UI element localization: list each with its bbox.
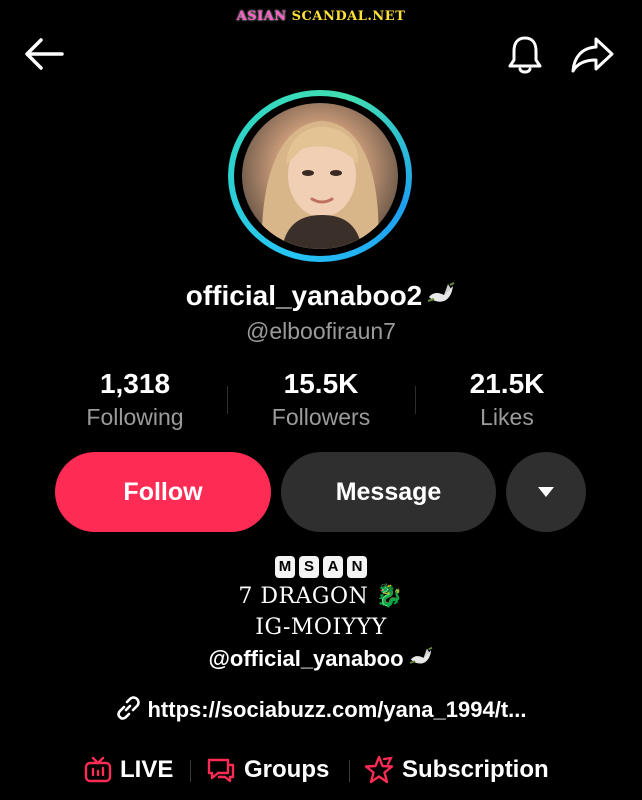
notification-button[interactable] (502, 32, 548, 78)
stats-row: 1,318 Following 15.5K Followers 21.5K Li… (40, 368, 602, 438)
badge-letter: A (323, 556, 343, 578)
username: official_yanaboo2 (185, 280, 423, 311)
more-options-button[interactable] (506, 452, 586, 532)
profile-photo (242, 103, 398, 249)
stat-followers[interactable]: 15.5K Followers (226, 368, 416, 431)
live-label: LIVE (120, 756, 174, 783)
dove-icon (408, 646, 434, 674)
groups-label: Groups (244, 756, 330, 783)
username-row: official_yanaboo2 (0, 280, 642, 314)
chevron-down-icon (538, 487, 554, 497)
share-icon (571, 37, 614, 73)
bell-icon (508, 36, 542, 74)
watermark-part1: ASIAN (236, 9, 287, 24)
top-bar (0, 30, 642, 80)
stat-following-label: Following (86, 404, 184, 430)
watermark: ASIAN SCANDAL.NET (0, 9, 642, 24)
star-icon (364, 755, 394, 784)
message-button[interactable]: Message (281, 452, 496, 532)
bio-badge: M S A N (0, 556, 642, 578)
subscription-label: Subscription (402, 756, 549, 783)
link-icon (117, 696, 141, 720)
stat-likes-label: Likes (480, 404, 534, 430)
back-arrow-icon (25, 38, 64, 70)
bio-link[interactable]: https://sociabuzz.com/yana_1994/t... (0, 695, 642, 723)
chat-icon (207, 758, 235, 783)
bio-mention[interactable]: @official_yanaboo (0, 646, 642, 674)
back-button[interactable] (22, 34, 66, 74)
bio-link-text: https://sociabuzz.com/yana_1994/t... (147, 697, 527, 722)
live-tv-icon (84, 756, 112, 783)
badge-letter: S (299, 556, 319, 578)
user-handle: @elboofiraun7 (246, 318, 396, 344)
groups-button[interactable]: Groups (206, 752, 329, 788)
bottom-divider (349, 760, 350, 782)
stat-likes-value: 21.5K (469, 368, 545, 399)
stat-followers-value: 15.5K (283, 368, 359, 399)
subscription-button[interactable]: Subscription (364, 752, 549, 788)
bottom-divider (190, 760, 191, 782)
follow-button[interactable]: Follow (55, 452, 271, 532)
badge-letter: M (275, 556, 295, 578)
watermark-part2: SCANDAL.NET (291, 9, 406, 24)
stat-followers-label: Followers (271, 404, 371, 430)
dove-icon (426, 281, 456, 314)
bio-line-2: IG-MOIYYY (255, 615, 387, 640)
stat-following-value: 1,318 (99, 368, 171, 399)
bio-mention-text: @official_yanaboo (208, 646, 404, 671)
badge-letter: N (347, 556, 367, 578)
bio-line-1: 7 DRAGON 🐉 (238, 584, 404, 609)
share-button[interactable] (568, 32, 616, 78)
stat-likes[interactable]: 21.5K Likes (412, 368, 602, 431)
stat-following[interactable]: 1,318 Following (40, 368, 230, 431)
bottom-actions: LIVE Groups Subscription (0, 752, 642, 788)
bio: M S A N 7 DRAGON 🐉 IG-MOIYYY @official_y… (0, 556, 642, 674)
avatar[interactable] (228, 90, 412, 262)
live-button[interactable]: LIVE (84, 752, 173, 788)
